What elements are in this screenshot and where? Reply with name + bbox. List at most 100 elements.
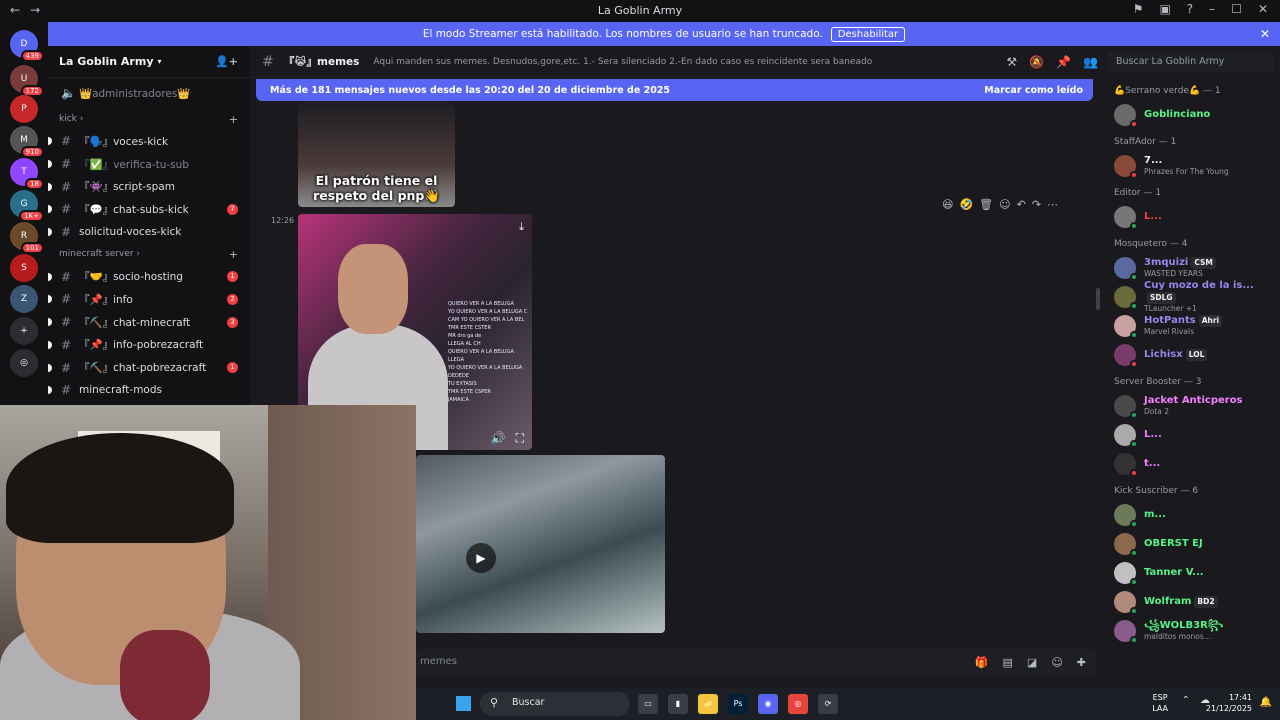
add-channel-icon[interactable]: + bbox=[229, 113, 238, 126]
server-icon[interactable]: T 18 bbox=[10, 158, 44, 190]
invite-icon[interactable]: 👤+ bbox=[215, 55, 238, 68]
member-item[interactable]: L... bbox=[1106, 202, 1280, 231]
hash-icon: # bbox=[61, 315, 72, 330]
members-icon[interactable]: 👥 bbox=[1083, 55, 1098, 69]
channel-category[interactable]: kick › + bbox=[48, 108, 250, 130]
member-item[interactable]: t... bbox=[1106, 449, 1280, 478]
server-icon[interactable]: R 101 bbox=[10, 222, 44, 254]
channel-item[interactable]: # solicitud-voces-kick bbox=[48, 221, 250, 244]
channel-item[interactable]: # 『⛏️』chat-pobrezacraft 1 bbox=[48, 356, 250, 379]
server-icon[interactable]: S bbox=[10, 254, 38, 282]
reply-icon[interactable]: ↶ bbox=[1017, 198, 1026, 211]
server-icon[interactable]: M 910 bbox=[10, 126, 44, 158]
channel-admins[interactable]: 🔈 👑administradores👑 bbox=[48, 78, 250, 108]
clock[interactable]: 17:41 21/12/2025 bbox=[1206, 692, 1252, 714]
server-icon[interactable]: + bbox=[10, 317, 38, 345]
channel-item[interactable]: # 『📌』info 2 bbox=[48, 288, 250, 311]
channel-item[interactable]: # minecraft-mods bbox=[48, 379, 250, 402]
reaction-rofl-icon[interactable]: 🤣 bbox=[959, 198, 973, 211]
taskbar-app-icon[interactable]: ◉ bbox=[758, 694, 778, 714]
scrollbar[interactable] bbox=[1096, 288, 1100, 310]
member-item[interactable]: 3mquizi CSM WASTED YEARS bbox=[1106, 253, 1280, 282]
gift-icon[interactable]: 🎁 bbox=[975, 656, 989, 669]
member-group-header: 💪Serrano verde💪 — 1 bbox=[1114, 86, 1221, 96]
message-input[interactable]: memes 🎁 ▤ ◪ ☺ ✚ bbox=[416, 649, 1096, 677]
member-item[interactable]: ꧁WOLB3R꧂ malditos monos... bbox=[1106, 616, 1280, 645]
channel-item[interactable]: # 『✅』verifica-tu-sub bbox=[48, 153, 250, 176]
streamer-mode-banner: El modo Streamer está habilitado. Los no… bbox=[48, 22, 1280, 46]
minimize-icon[interactable]: – bbox=[1209, 2, 1215, 16]
inbox-icon[interactable]: ⚑ bbox=[1133, 2, 1144, 16]
download-icon[interactable]: ⤓ bbox=[519, 220, 524, 234]
channel-item[interactable]: # 『⛏️』chat-minecraft 3 bbox=[48, 311, 250, 334]
screen-icon[interactable]: ▣ bbox=[1159, 2, 1170, 16]
mute-icon[interactable]: 🔕 bbox=[1029, 55, 1044, 69]
taskbar-app-icon[interactable]: ▮ bbox=[668, 694, 688, 714]
member-item[interactable]: L... bbox=[1106, 420, 1280, 449]
windows-start-icon[interactable] bbox=[456, 696, 471, 711]
pin-icon[interactable]: 📌 bbox=[1056, 55, 1071, 69]
taskbar-app-icon[interactable]: ◎ bbox=[788, 694, 808, 714]
sticker-icon[interactable]: ◪ bbox=[1027, 656, 1037, 669]
channel-item[interactable]: # 『🤝』socio-hosting 1 bbox=[48, 265, 250, 288]
search-input[interactable]: Buscar La Goblin Army bbox=[1108, 51, 1274, 73]
video-thumbnail[interactable]: ▶ bbox=[416, 455, 665, 633]
member-item[interactable]: 7... Phrazes For The Young bbox=[1106, 151, 1280, 180]
channel-item[interactable]: # 『📌』info-pobrezacraft bbox=[48, 334, 250, 357]
member-item[interactable]: HotPants Ahri Marvel Rivals bbox=[1106, 311, 1280, 340]
channel-item[interactable]: # 『👾』script-spam bbox=[48, 175, 250, 198]
threads-icon[interactable]: ⚒ bbox=[1006, 55, 1017, 69]
member-item[interactable]: Cuy mozo de la is...SDLG TLauncher +1 bbox=[1106, 280, 1280, 313]
reaction-custom-icon[interactable]: 🗑 bbox=[979, 198, 993, 211]
channel-item[interactable]: # 『💬』chat-subs-kick 7 bbox=[48, 198, 250, 221]
apps-icon[interactable]: ✚ bbox=[1077, 656, 1086, 669]
member-item[interactable]: Goblinciano bbox=[1106, 100, 1280, 129]
taskbar-search[interactable]: ⚲ Buscar bbox=[480, 692, 630, 716]
emoji-icon[interactable]: ☺ bbox=[1051, 656, 1062, 669]
close-window-icon[interactable]: ✕ bbox=[1258, 2, 1268, 16]
add-reaction-icon[interactable]: ☺ bbox=[999, 198, 1010, 211]
new-messages-bar[interactable]: Más de 181 mensajes nuevos desde las 20:… bbox=[256, 79, 1093, 101]
server-header[interactable]: La Goblin Army ▾ 👤+ bbox=[48, 46, 250, 78]
add-channel-icon[interactable]: + bbox=[229, 248, 238, 261]
channel-category[interactable]: minecraft server › + bbox=[48, 243, 250, 265]
notification-icon[interactable]: 🔔 bbox=[1260, 697, 1272, 708]
taskbar-app-icon[interactable]: Ps bbox=[728, 694, 748, 714]
server-icon[interactable]: P bbox=[10, 95, 38, 123]
taskbar-app-icon[interactable]: ⟳ bbox=[818, 694, 838, 714]
maximize-icon[interactable]: ☐ bbox=[1231, 2, 1242, 16]
chevron-up-icon[interactable]: ⌃ bbox=[1182, 695, 1190, 706]
volume-icon[interactable]: 🔊 bbox=[491, 431, 506, 446]
fullscreen-icon[interactable]: ⛶ bbox=[516, 431, 524, 446]
member-item[interactable]: Wolfram BD2 bbox=[1106, 587, 1280, 616]
help-icon[interactable]: ? bbox=[1187, 2, 1193, 16]
input-language[interactable]: ESP LAA bbox=[1152, 692, 1168, 714]
mark-read-button[interactable]: Marcar como leído bbox=[984, 85, 1083, 96]
avatar bbox=[1114, 256, 1138, 281]
server-icon[interactable]: ◎ bbox=[10, 349, 38, 377]
server-icon[interactable]: U 172 bbox=[10, 65, 44, 97]
member-name: Lichisx LOL bbox=[1144, 348, 1208, 361]
member-activity: Marvel Rivals bbox=[1144, 327, 1194, 336]
meme-image[interactable]: El patrón tiene el respeto del pnp👋 bbox=[298, 101, 455, 207]
reaction-laugh-icon[interactable]: 😆 bbox=[942, 198, 953, 211]
gif-icon[interactable]: ▤ bbox=[1003, 656, 1013, 669]
channel-topic[interactable]: Aqui manden sus memes. Desnudos,gore,etc… bbox=[373, 57, 872, 67]
member-item[interactable]: Jacket Anticperos Dota 2 bbox=[1106, 391, 1280, 420]
member-item[interactable]: Lichisx LOL bbox=[1106, 340, 1280, 369]
more-icon[interactable]: ⋯ bbox=[1047, 198, 1058, 211]
server-icon[interactable]: G 1K+ bbox=[10, 190, 44, 222]
member-item[interactable]: OBERST EJ bbox=[1106, 529, 1280, 558]
taskbar-app-icon[interactable]: ▭ bbox=[638, 694, 658, 714]
member-item[interactable]: Tanner V... bbox=[1106, 558, 1280, 587]
disable-streamer-button[interactable]: Deshabilitar bbox=[830, 26, 906, 42]
meme-caption: El patrón tiene el respeto del pnp👋 bbox=[313, 173, 440, 203]
forward-icon[interactable]: ↷ bbox=[1032, 198, 1041, 211]
member-item[interactable]: m... bbox=[1106, 500, 1280, 529]
close-icon[interactable]: ✕ bbox=[1260, 27, 1270, 41]
server-icon[interactable]: D 439 bbox=[10, 30, 44, 62]
server-icon[interactable]: Z bbox=[10, 285, 38, 313]
taskbar-app-icon[interactable]: 📁 bbox=[698, 694, 718, 714]
play-icon[interactable]: ▶ bbox=[466, 543, 496, 573]
channel-item[interactable]: # 『🗣️』voces-kick bbox=[48, 130, 250, 153]
